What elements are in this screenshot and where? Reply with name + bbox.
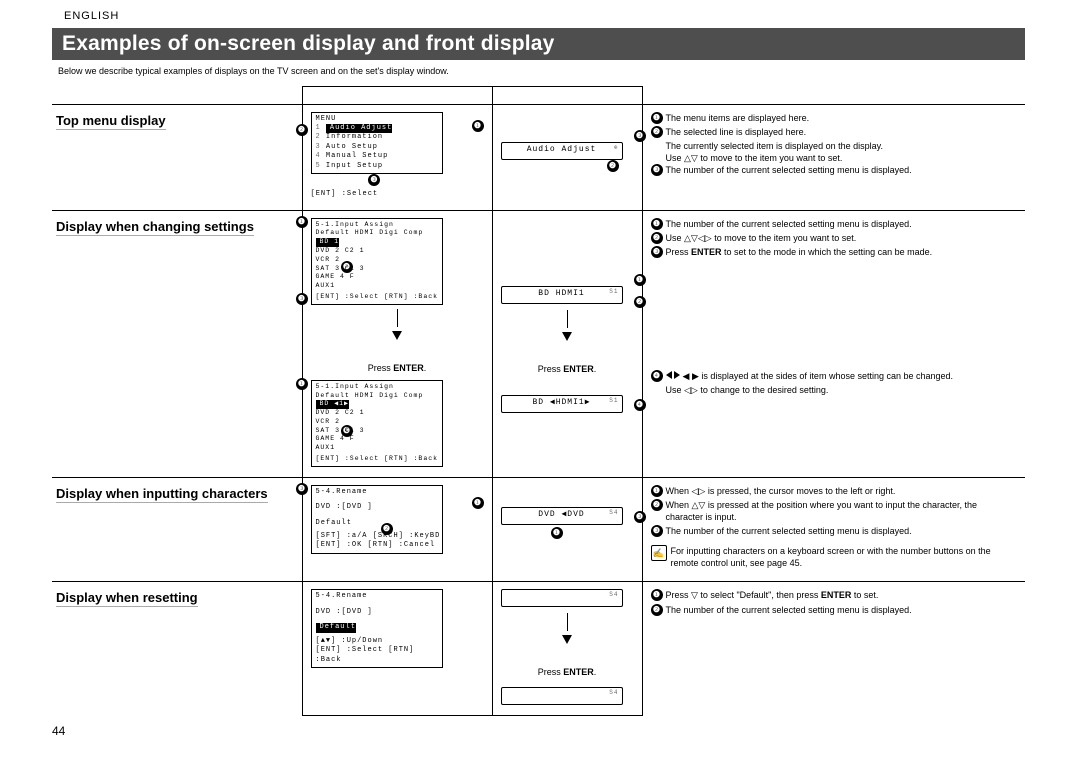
note: Press ENTER to set to the mode in which … — [666, 246, 1018, 258]
note: The number of the current selected setti… — [666, 218, 1018, 230]
note: The menu items are displayed here. — [666, 112, 1018, 124]
osd-rename-2: 5-4.Rename DVD :[DVD ] Default [▲▼] :Up/… — [311, 589, 443, 668]
section-label-top: Top menu display — [56, 113, 166, 130]
osd-assign-1: 5-1.Input Assign Default HDMI Digi Comp … — [311, 218, 443, 305]
callout-3b: ❸ — [634, 130, 646, 142]
callout-1c: ❶ — [634, 274, 646, 286]
callout-1: ❶ — [472, 120, 484, 132]
vfd-change-2: BD ◀HDMI1▶S1 — [501, 395, 623, 413]
note: Use ◁▷ to change to the desired setting. — [651, 384, 1018, 396]
intro-text: Below we describe typical examples of di… — [58, 66, 1025, 76]
callout-3: ❸ — [368, 174, 380, 186]
callout-4c: ❹ — [634, 399, 646, 411]
note: The number of the current selected setti… — [666, 604, 1018, 616]
callout-3d: ❸ — [296, 483, 308, 495]
press-enter-label: Press ENTER. — [501, 666, 634, 678]
vfd-reset-2: S4 — [501, 687, 623, 705]
note: The number of the current selected setti… — [666, 164, 1018, 176]
note: Press ▽ to select "Default", then press … — [666, 589, 1018, 601]
hand-icon: ✍ — [651, 545, 667, 561]
callout-1: ❶ — [296, 216, 308, 228]
section-label-inputchars: Display when inputting characters — [56, 486, 268, 503]
press-enter-label: Press ENTER. — [311, 362, 484, 374]
vfd-reset-1: S4 — [501, 589, 623, 607]
callout-3e: ❸ — [634, 511, 646, 523]
callout-2: ❷ — [296, 124, 308, 136]
section-label-change: Display when changing settings — [56, 219, 254, 236]
callout-1b: ❶ — [296, 378, 308, 390]
language-label: ENGLISH — [58, 8, 1025, 24]
callout-3: ❸ — [296, 293, 308, 305]
press-enter-label: Press ENTER. — [501, 363, 634, 375]
vfd-change-1: BD HDMI1S1 — [501, 286, 623, 304]
note: The number of the current selected setti… — [666, 525, 1018, 537]
note-extra: Use △▽ to move to the item you want to s… — [651, 152, 1018, 164]
note-extra: The currently selected item is displayed… — [651, 140, 1018, 152]
callout-2b: ❷ — [607, 160, 619, 172]
osd-top-menu: MENU 1 Audio Adjust 2 Information 3 Auto… — [311, 112, 443, 175]
note: When △▽ is pressed at the position where… — [666, 499, 1018, 523]
callout-2c: ❷ — [634, 296, 646, 308]
note: The selected line is displayed here. — [666, 126, 1018, 138]
page-number: 44 — [52, 724, 1025, 738]
note: ◀ ▶ is displayed at the sides of item wh… — [666, 370, 1018, 382]
vfd-input: DVD ◀DVD S4 — [501, 507, 623, 525]
vfd-top: Audio Adjust⊕ — [501, 142, 623, 160]
note: Use △▽◁▷ to move to the item you want to… — [666, 232, 1018, 244]
page-title-banner: Examples of on-screen display and front … — [52, 28, 1025, 60]
hand-note: For inputting characters on a keyboard s… — [671, 545, 1018, 569]
section-label-reset: Display when resetting — [56, 590, 198, 607]
note: When ◁▷ is pressed, the cursor moves to … — [666, 485, 1018, 497]
osd-assign-2: 5-1.Input Assign Default HDMI Digi Comp … — [311, 380, 443, 467]
callout-1d: ❶ — [472, 497, 484, 509]
examples-table: Top menu display ❷ ❶ MENU 1 Audio Adjust… — [52, 86, 1025, 716]
osd-rename-1: 5-4.Rename DVD :[DVD ] Default [SFT] :a/… — [311, 485, 443, 554]
callout-1e: ❶ — [551, 527, 563, 539]
